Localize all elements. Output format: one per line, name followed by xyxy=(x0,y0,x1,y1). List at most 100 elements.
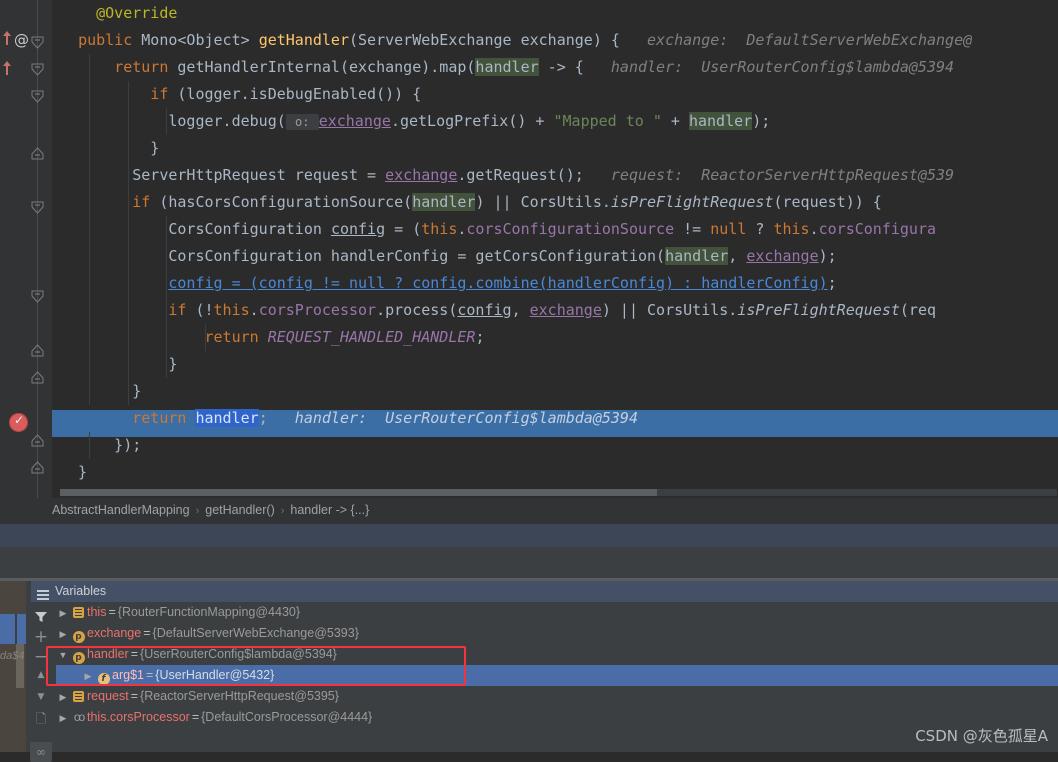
variable-type-icon xyxy=(70,686,87,707)
field-icon: f xyxy=(97,673,110,686)
breadcrumb-bar: AbstractHandlerMapping › getHandler() › hand… xyxy=(0,498,1058,524)
chevron-right-icon[interactable]: ▶ xyxy=(56,624,70,645)
code-token: != xyxy=(674,220,711,238)
variable-type-icon: f xyxy=(95,665,112,686)
code-token: .process( xyxy=(376,301,458,319)
chevron-right-icon[interactable]: ▶ xyxy=(56,708,70,729)
indent-guide xyxy=(89,243,90,270)
breadcrumb-item[interactable]: AbstractHandlerMapping xyxy=(52,503,190,517)
variable-equals: = xyxy=(191,710,200,724)
popup-selected-row[interactable] xyxy=(0,614,26,644)
breadcrumb-item[interactable]: getHandler() xyxy=(205,503,274,517)
scrollbar-thumb[interactable] xyxy=(60,489,657,496)
code-token: (request)) { xyxy=(773,193,882,211)
code-line[interactable]: if (logger.isDebugEnabled()) { xyxy=(52,81,1058,108)
breadcrumb[interactable]: AbstractHandlerMapping › getHandler() › hand… xyxy=(52,503,369,517)
chevron-right-icon[interactable]: ▶ xyxy=(56,687,70,708)
fold-marker-icon[interactable] xyxy=(31,201,44,214)
code-line[interactable]: } xyxy=(52,459,1058,486)
variable-row[interactable]: ▶ request = {ReactorServerHttpRequest@5395} xyxy=(56,686,1058,707)
code-line[interactable]: return REQUEST_HANDLED_HANDLER; xyxy=(52,324,1058,351)
code-line[interactable]: }); xyxy=(52,432,1058,459)
editor-horizontal-scrollbar[interactable] xyxy=(60,489,1057,496)
code-token: handler xyxy=(195,409,259,427)
fold-marker-icon[interactable] xyxy=(31,290,44,303)
code-line[interactable]: public Mono<Object> getHandler(ServerWeb… xyxy=(52,27,1058,54)
code-line[interactable]: @Override xyxy=(52,0,1058,27)
fold-marker-icon[interactable] xyxy=(31,90,44,103)
code-line[interactable]: config = (config != null ? config.combin… xyxy=(52,270,1058,297)
fold-marker-icon[interactable] xyxy=(31,36,44,49)
code-token: this xyxy=(773,220,810,238)
variables-tree[interactable]: ▶ this = {RouterFunctionMapping@4430} ▶ p exch… xyxy=(56,602,1058,752)
variable-type-icon: p xyxy=(70,623,87,644)
watches-toggle-button[interactable]: ∞ xyxy=(30,742,52,762)
code-line[interactable]: ServerHttpRequest request = exchange.get… xyxy=(52,162,1058,189)
indent-guide xyxy=(128,135,129,162)
chevron-right-icon[interactable]: ▶ xyxy=(56,603,70,624)
breadcrumb-item[interactable]: handler -> {...} xyxy=(290,503,369,517)
variable-row[interactable]: ▶ this = {RouterFunctionMapping@4430} xyxy=(56,602,1058,623)
chevron-down-icon[interactable]: ▼ xyxy=(56,645,70,666)
code-line[interactable]: } xyxy=(52,378,1058,405)
variable-row[interactable]: ▶ p exchange = {DefaultServerWebExchange@539… xyxy=(56,623,1058,644)
code-line[interactable]: } xyxy=(52,135,1058,162)
code-token: this xyxy=(213,301,250,319)
move-down-button[interactable]: ▼ xyxy=(30,687,52,707)
fold-marker-icon[interactable] xyxy=(31,371,44,384)
code-token: ) || CorsUtils. xyxy=(475,193,611,211)
override-up-arrow-icon-2[interactable] xyxy=(2,60,12,76)
variables-toolbar[interactable]: + − ▲ ▼ 🗋 ∞ xyxy=(26,602,56,762)
annotation-at-icon[interactable]: @ xyxy=(14,33,29,48)
editor-gutter[interactable]: @ ✓ xyxy=(0,0,52,498)
code-token: , xyxy=(511,301,530,319)
breakpoint-icon[interactable]: ✓ xyxy=(9,413,28,432)
code-token: (hasCorsConfigurationSource( xyxy=(159,193,413,211)
fold-marker-icon[interactable] xyxy=(31,147,44,160)
fold-marker-icon[interactable] xyxy=(31,63,44,76)
code-editor[interactable]: @ ✓ @Override public Mono<Object> getHan… xyxy=(0,0,1058,498)
code-token: null xyxy=(710,220,747,238)
copy-button[interactable]: 🗋 xyxy=(30,710,52,730)
indent-guide xyxy=(166,297,167,324)
override-up-arrow-icon[interactable] xyxy=(2,30,12,46)
code-token: ServerHttpRequest request = xyxy=(132,166,386,184)
code-line[interactable]: CorsConfiguration config = (this.corsCon… xyxy=(52,216,1058,243)
floating-value-popup[interactable]: da$4 xyxy=(0,581,26,752)
code-token: logger.debug( xyxy=(168,112,286,130)
code-token: ); xyxy=(752,112,771,130)
indent-guide xyxy=(166,216,167,243)
code-token: corsConfigura xyxy=(818,220,937,238)
code-token: exchange xyxy=(746,247,819,265)
code-line[interactable]: return handler; handler: UserRouterConfi… xyxy=(52,405,1058,432)
code-line[interactable]: if (!this.corsProcessor.process(config, … xyxy=(52,297,1058,324)
code-line[interactable]: return getHandlerInternal(exchange).map(… xyxy=(52,54,1058,81)
code-token: exchange xyxy=(529,301,602,319)
object-icon xyxy=(73,607,84,619)
fold-marker-icon[interactable] xyxy=(31,434,44,447)
add-watch-button[interactable]: + xyxy=(30,627,52,647)
filter-icon[interactable] xyxy=(30,606,52,626)
variable-name: this.corsProcessor xyxy=(87,710,190,724)
variable-row[interactable]: ▶ oo this.corsProcessor = {DefaultCorsProces… xyxy=(56,707,1058,728)
code-token: } xyxy=(60,382,142,400)
variable-row[interactable]: ▼ p handler = {UserRouterConfig$lambda@5394} xyxy=(56,644,1058,665)
indent-guide xyxy=(89,135,90,162)
code-text[interactable]: @Override public Mono<Object> getHandler… xyxy=(52,0,1058,490)
chevron-right-icon[interactable]: ▶ xyxy=(81,666,95,687)
variable-row-selected[interactable]: ▶ f arg$1 = {UserHandler@5432} xyxy=(56,665,1058,686)
code-line[interactable]: logger.debug( o: exchange.getLogPrefix()… xyxy=(52,108,1058,135)
code-line[interactable]: } xyxy=(52,351,1058,378)
variable-value: {UserHandler@5432} xyxy=(155,668,275,682)
fold-marker-icon[interactable] xyxy=(31,461,44,474)
indent-guide xyxy=(166,270,167,297)
variable-type-icon: p xyxy=(70,644,87,665)
variables-tab[interactable]: Variables xyxy=(31,581,1058,602)
remove-watch-button[interactable]: − xyxy=(30,647,52,667)
code-line[interactable]: CorsConfiguration handlerConfig = getCor… xyxy=(52,243,1058,270)
move-up-button[interactable]: ▲ xyxy=(30,665,52,685)
fold-marker-icon[interactable] xyxy=(31,344,44,357)
code-line[interactable]: if (hasCorsConfigurationSource(handler) … xyxy=(52,189,1058,216)
indent-guide xyxy=(89,162,90,189)
